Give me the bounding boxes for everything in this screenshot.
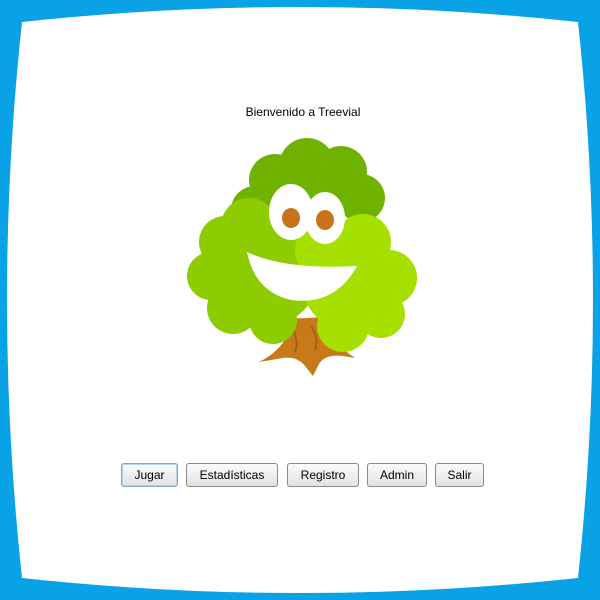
tree-mascot-icon (187, 138, 417, 376)
register-button[interactable]: Registro (287, 463, 359, 487)
admin-button[interactable]: Admin (367, 463, 427, 487)
exit-button[interactable]: Salir (435, 463, 484, 487)
welcome-label: Bienvenido a Treevial (245, 105, 361, 119)
statistics-button[interactable]: Estadísticas (186, 463, 278, 487)
play-button[interactable]: Jugar (121, 463, 178, 487)
